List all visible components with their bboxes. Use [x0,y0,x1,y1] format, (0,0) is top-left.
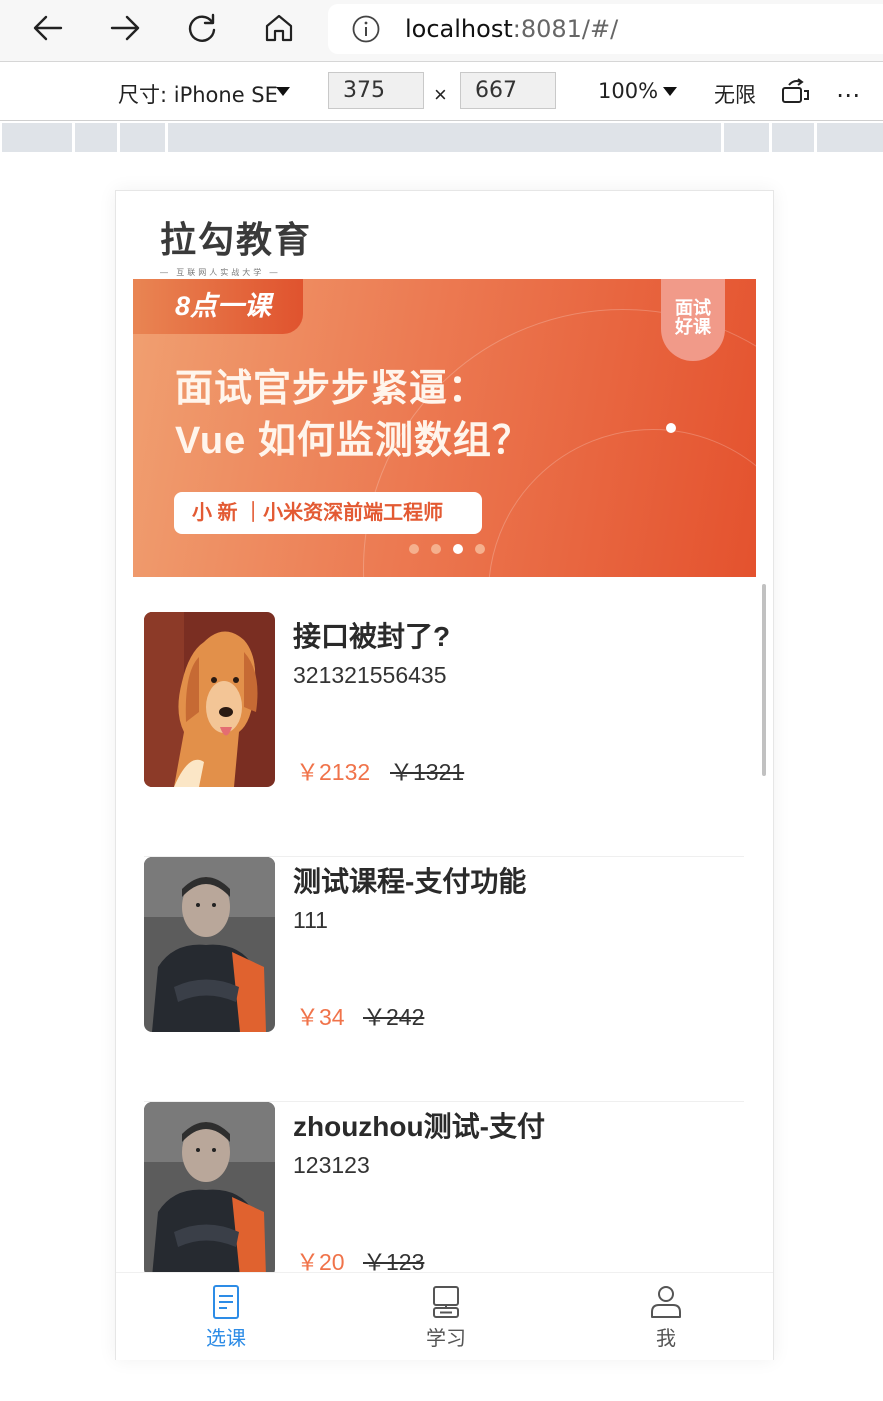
carousel-dot[interactable] [431,544,441,554]
banner-tag: 8点一课 [133,279,303,334]
course-item[interactable]: 接口被封了? 321321556435 ￥2132 ￥1321 [144,612,744,857]
url-path: :8081/#/ [512,15,619,43]
back-button[interactable] [26,8,70,48]
reload-icon [188,13,216,42]
logo-subtitle: — 互联网人实战大学 — [160,268,281,277]
device-toolbar: 尺寸: iPhone SE 375 × 667 100% 无限 ⋯ [0,63,883,121]
tab-me[interactable]: 我 [556,1273,773,1360]
course-price: ￥2132 [296,759,371,785]
url-host: localhost [405,15,513,43]
badge-line: 好课 [675,317,711,337]
course-thumbnail [144,612,275,787]
course-item[interactable]: 测试课程-支付功能 111 ￥34 ￥242 [144,857,744,1102]
person-photo [144,1102,275,1277]
ruler-segment[interactable] [168,123,721,152]
banner-decor-dot [666,423,676,433]
carousel-dot-active[interactable] [453,544,463,554]
banner-title-line: Vue 如何监测数组？ [175,420,531,462]
bottom-tab-bar: 选课 学习 我 [116,1272,773,1360]
banner-title-line: 面试官步步紧逼： [175,368,488,410]
ruler-segment[interactable] [724,123,769,152]
course-thumbnail [144,857,275,1032]
device-select[interactable]: 尺寸: iPhone SE [118,79,278,109]
ruler-segment[interactable] [772,123,814,152]
throttle-select[interactable]: 无限 [714,79,756,109]
course-price: ￥34 [296,1004,345,1030]
arrow-right-icon [110,15,140,41]
caret-down-icon[interactable] [663,87,677,96]
media-query-ruler[interactable] [0,121,883,153]
tab-label: 我 [656,1328,676,1350]
width-input[interactable]: 375 [328,72,424,109]
course-title: 接口被封了? [293,621,451,652]
dimension-separator: × [434,82,447,107]
more-options-icon[interactable]: ⋯ [836,81,862,110]
carousel-dot[interactable] [409,544,419,554]
ruler-segment[interactable] [75,123,117,152]
scrollbar[interactable] [762,584,766,776]
phone-viewport: 拉勾教育 — 互联网人实战大学 — 8点一课 面试 好课 面试官步步紧逼： Vu… [115,190,774,1360]
banner-speaker: 小 新 ｜小米资深前端工程师 [174,492,482,534]
course-description: 123123 [293,1152,370,1178]
caret-down-icon[interactable] [276,87,290,96]
course-title: zhouzhou测试-支付 [293,1111,545,1142]
course-thumbnail [144,1102,275,1277]
arrow-left-icon [33,15,63,41]
course-description: 321321556435 [293,662,447,688]
tab-label: 选课 [206,1328,246,1350]
home-button[interactable] [257,8,301,48]
forward-button[interactable] [103,8,147,48]
promo-banner[interactable]: 8点一课 面试 好课 面试官步步紧逼： Vue 如何监测数组？ 小 新 ｜小米资… [133,279,756,577]
zoom-select[interactable]: 100% [598,79,658,103]
carousel-indicators [409,544,485,554]
browser-nav-bar: localhost:8081/#/ [0,0,883,62]
url-text: localhost:8081/#/ [405,15,618,43]
reload-button[interactable] [180,8,224,48]
document-icon [213,1285,239,1319]
rotate-icon[interactable] [780,77,810,107]
logo-text: 拉勾教育 [160,220,313,261]
info-icon[interactable] [351,14,381,44]
banner-title: 面试官步步紧逼： Vue 如何监测数组？ [175,363,531,467]
height-input[interactable]: 667 [460,72,556,109]
ruler-segment[interactable] [2,123,72,152]
monitor-icon [433,1286,459,1318]
course-description: 111 [293,907,328,933]
banner-badge: 面试 好课 [661,279,725,361]
dog-photo [144,612,275,787]
address-bar[interactable]: localhost:8081/#/ [328,4,883,54]
tab-select-course[interactable]: 选课 [116,1273,336,1360]
badge-line: 面试 [675,298,711,318]
person-photo [144,857,275,1032]
carousel-dot[interactable] [475,544,485,554]
course-original-price: ￥1321 [390,759,465,785]
course-original-price: ￥242 [363,1004,425,1030]
user-icon [651,1286,681,1318]
tab-study[interactable]: 学习 [336,1273,556,1360]
ruler-segment[interactable] [817,123,883,152]
home-icon [265,14,293,42]
lagou-logo: 拉勾教育 — 互联网人实战大学 — [160,211,325,277]
course-title: 测试课程-支付功能 [293,866,527,897]
ruler-segment[interactable] [120,123,165,152]
tab-label: 学习 [426,1328,466,1350]
